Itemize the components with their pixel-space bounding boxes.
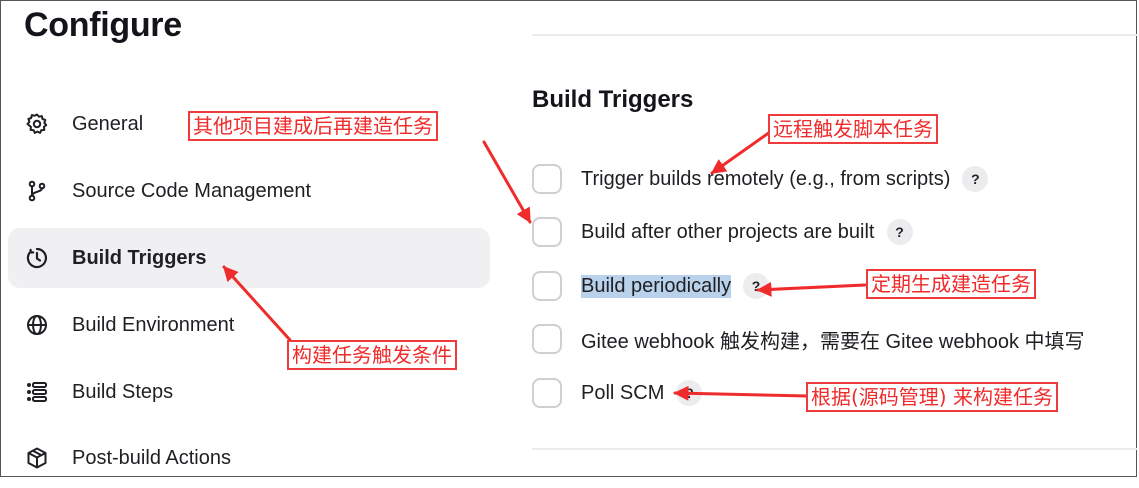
divider xyxy=(532,34,1137,36)
help-icon[interactable]: ? xyxy=(676,380,703,406)
trigger-label[interactable]: Trigger builds remotely (e.g., from scri… xyxy=(581,168,950,191)
trigger-label[interactable]: Poll SCM xyxy=(581,382,664,405)
page-title: Configure xyxy=(24,6,182,44)
trigger-after-other-projects-option: Build after other projects are built ? xyxy=(532,214,913,250)
sidebar-item-label: General xyxy=(72,112,144,135)
sidebar-item-label: Build Environment xyxy=(72,313,235,336)
branch-icon xyxy=(24,178,50,204)
annotation-trigger-condition: 构建任务触发条件 xyxy=(287,340,457,370)
trigger-poll-scm-option: Poll SCM ? xyxy=(532,375,703,411)
trigger-remote-checkbox[interactable] xyxy=(532,164,562,194)
trigger-periodically-option: Build periodically ? xyxy=(532,268,770,304)
trigger-label[interactable]: Build periodically xyxy=(581,274,732,298)
sidebar-item-build-triggers[interactable]: Build Triggers xyxy=(8,228,490,288)
gitee-webhook-checkbox[interactable] xyxy=(532,324,562,354)
help-icon[interactable]: ? xyxy=(886,219,913,245)
trigger-remote-option: Trigger builds remotely (e.g., from scri… xyxy=(532,161,989,197)
divider xyxy=(532,448,1137,450)
help-icon[interactable]: ? xyxy=(743,273,770,299)
annotation-remote-script: 远程触发脚本任务 xyxy=(768,114,938,144)
section-title: Build Triggers xyxy=(532,86,694,113)
build-after-other-checkbox[interactable] xyxy=(532,217,562,247)
help-icon[interactable]: ? xyxy=(962,166,989,192)
trigger-label[interactable]: Gitee webhook 触发构建，需要在 Gitee webhook 中填写 xyxy=(581,325,1085,354)
sidebar-item-label: Build Steps xyxy=(72,380,174,403)
trigger-gitee-webhook-option: Gitee webhook 触发构建，需要在 Gitee webhook 中填写 xyxy=(532,321,1085,357)
poll-scm-checkbox[interactable] xyxy=(532,378,562,408)
sidebar-item-label: Source Code Management xyxy=(72,179,312,202)
annotation-other-projects: 其他项目建成后再建造任务 xyxy=(188,111,438,141)
clock-icon xyxy=(24,245,50,271)
sidebar-item-post-build-actions[interactable]: Post-build Actions xyxy=(8,428,490,488)
sidebar-item-build-steps[interactable]: Build Steps xyxy=(8,362,490,422)
package-icon xyxy=(24,445,50,471)
annotation-periodic: 定期生成建造任务 xyxy=(866,269,1036,299)
globe-icon xyxy=(24,312,50,338)
sidebar-item-source-code-management[interactable]: Source Code Management xyxy=(8,161,490,221)
annotation-poll-scm: 根据(源码管理) 来构建任务 xyxy=(806,382,1058,412)
sidebar-item-label: Post-build Actions xyxy=(72,446,231,469)
gear-icon xyxy=(24,111,50,137)
list-icon xyxy=(24,379,50,405)
trigger-label[interactable]: Build after other projects are built xyxy=(581,221,875,244)
build-periodically-checkbox[interactable] xyxy=(532,271,562,301)
sidebar-item-label: Build Triggers xyxy=(72,246,207,269)
